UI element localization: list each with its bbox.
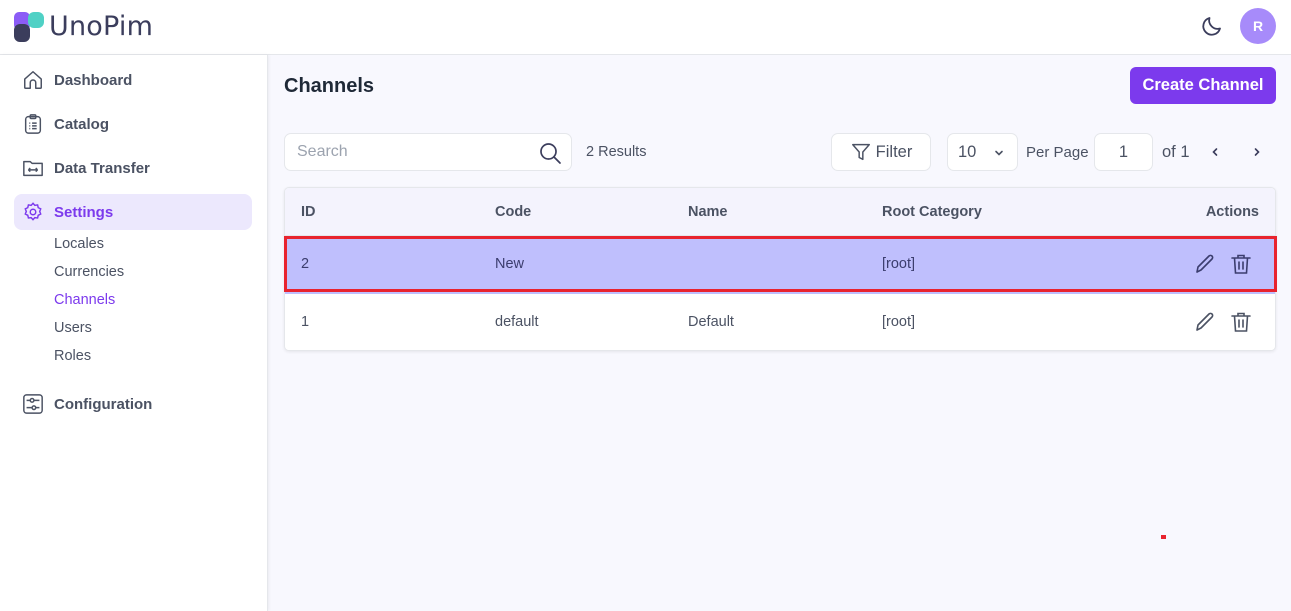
sidebar-subitem-users[interactable]: Users xyxy=(54,320,92,336)
moon-icon[interactable] xyxy=(1200,14,1224,38)
cell-code: default xyxy=(495,314,539,330)
cursor-marker xyxy=(1161,535,1166,539)
filter-icon xyxy=(851,143,870,161)
per-page-label: Per Page xyxy=(1026,144,1089,161)
app-name: UnoPim xyxy=(49,11,154,42)
sidebar-item-label: Data Transfer xyxy=(54,159,150,177)
sidebar: Dashboard Catalog Data Transfer Settings… xyxy=(0,55,268,611)
chevron-right-icon xyxy=(1254,148,1260,156)
create-channel-button[interactable]: Create Channel xyxy=(1130,67,1276,104)
per-page-select[interactable]: 10 xyxy=(947,133,1018,171)
delete-icon[interactable] xyxy=(1229,252,1253,276)
sidebar-item-settings[interactable]: Settings xyxy=(14,194,252,230)
column-header-id[interactable]: ID xyxy=(301,204,316,220)
cell-root-category: [root] xyxy=(882,314,916,330)
cell-name: Default xyxy=(688,314,734,330)
cell-id: 2 xyxy=(301,256,310,272)
column-header-name[interactable]: Name xyxy=(688,204,728,220)
cell-code: New xyxy=(495,256,525,272)
chevron-left-icon xyxy=(1212,148,1218,156)
next-page-button[interactable] xyxy=(1248,143,1266,161)
delete-icon[interactable] xyxy=(1229,310,1253,334)
column-header-actions: Actions xyxy=(1205,204,1259,220)
sidebar-item-label: Catalog xyxy=(54,115,110,133)
main-content: Channels Create Channel 2 Results Filter… xyxy=(269,55,1291,611)
per-page-value: 10 xyxy=(958,142,977,161)
table-row[interactable]: 1 default Default [root] xyxy=(285,294,1275,350)
sidebar-item-configuration[interactable]: Configuration xyxy=(14,386,252,422)
folder-transfer-icon xyxy=(23,160,43,177)
page-title: Channels xyxy=(284,75,375,97)
previous-page-button[interactable] xyxy=(1206,143,1224,161)
sidebar-subitem-locales[interactable]: Locales xyxy=(54,236,104,252)
chevron-down-icon xyxy=(995,150,1003,156)
cell-root-category: [root] xyxy=(882,256,916,272)
filter-button[interactable]: Filter xyxy=(831,133,931,171)
table-row[interactable]: 2 New [root] xyxy=(285,236,1275,294)
edit-icon[interactable] xyxy=(1193,252,1217,276)
sidebar-item-dashboard[interactable]: Dashboard xyxy=(14,62,252,98)
total-pages-label: of 1 xyxy=(1162,143,1190,161)
logo[interactable]: UnoPim xyxy=(14,11,153,42)
sidebar-subitem-roles[interactable]: Roles xyxy=(54,348,91,364)
sidebar-item-label: Dashboard xyxy=(54,71,133,89)
unopim-logo-icon xyxy=(14,11,44,42)
sidebar-item-data-transfer[interactable]: Data Transfer xyxy=(14,150,252,186)
gear-icon xyxy=(24,202,42,221)
search-box xyxy=(284,133,572,171)
search-icon[interactable] xyxy=(538,141,562,165)
filter-label: Filter xyxy=(875,142,913,161)
sidebar-subitem-channels[interactable]: Channels xyxy=(54,292,115,308)
column-header-code[interactable]: Code xyxy=(495,204,531,220)
home-icon xyxy=(24,71,42,89)
sidebar-item-catalog[interactable]: Catalog xyxy=(14,106,252,142)
sidebar-item-label: Settings xyxy=(54,203,114,221)
top-bar: UnoPim R xyxy=(0,0,1291,55)
clipboard-list-icon xyxy=(24,114,42,134)
page-number-input[interactable] xyxy=(1094,133,1153,171)
table-header: ID Code Name Root Category Actions xyxy=(285,188,1275,236)
edit-icon[interactable] xyxy=(1193,310,1217,334)
user-initial: R xyxy=(1252,18,1264,34)
cell-id: 1 xyxy=(301,314,310,330)
sidebar-item-label: Configuration xyxy=(54,395,153,413)
column-header-root-category[interactable]: Root Category xyxy=(882,204,982,220)
sliders-icon xyxy=(23,394,43,414)
channels-table: ID Code Name Root Category Actions 2 New… xyxy=(284,187,1276,351)
user-avatar[interactable]: R xyxy=(1240,8,1276,44)
results-count: 2 Results xyxy=(586,144,647,160)
sidebar-subitem-currencies[interactable]: Currencies xyxy=(54,264,124,280)
search-input[interactable] xyxy=(285,134,525,170)
